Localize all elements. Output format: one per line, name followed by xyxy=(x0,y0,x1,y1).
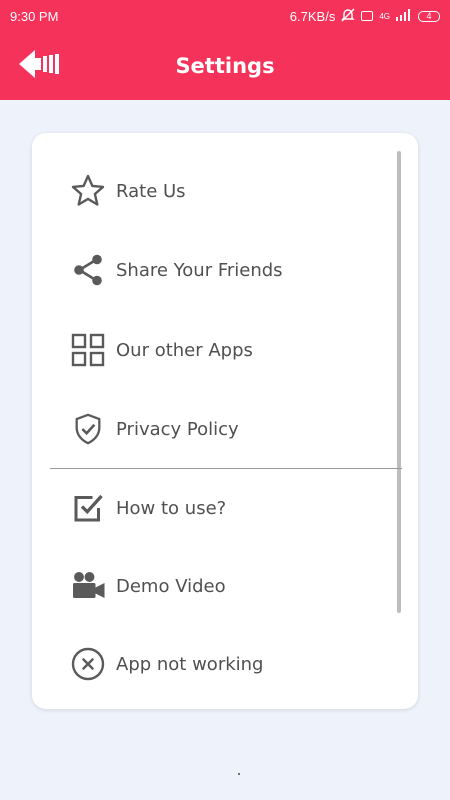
shield-check-icon xyxy=(68,409,108,449)
app-not-working-label: App not working xyxy=(116,653,264,675)
settings-card: Rate Us Share Your Friends Our other App… xyxy=(32,133,418,709)
how-to-use-label: How to use? xyxy=(116,497,227,519)
volte-icon xyxy=(361,11,374,21)
status-time: 9:30 PM xyxy=(10,8,59,24)
alarm-off-icon xyxy=(341,8,356,25)
share-item[interactable]: Share Your Friends xyxy=(68,248,388,292)
scrollbar[interactable] xyxy=(397,151,401,613)
demo-video-label: Demo Video xyxy=(116,575,226,597)
battery-level: 4 xyxy=(426,10,432,21)
other-apps-item[interactable]: Our other Apps xyxy=(68,328,388,372)
rate-us-label: Rate Us xyxy=(116,180,186,202)
privacy-policy-item[interactable]: Privacy Policy xyxy=(68,407,388,451)
section-divider xyxy=(50,468,402,469)
page-title: Settings xyxy=(175,54,275,78)
star-icon xyxy=(68,171,108,211)
how-to-use-item[interactable]: How to use? xyxy=(68,486,388,530)
network-speed: 6.7KB/s xyxy=(289,8,336,24)
battery-icon: 4 xyxy=(418,10,440,22)
app-not-working-item[interactable]: App not working xyxy=(68,642,388,686)
rate-us-item[interactable]: Rate Us xyxy=(68,169,388,213)
grid-icon xyxy=(68,330,108,370)
status-bar: 9:30 PM 6.7KB/s 4G 4 xyxy=(0,0,450,32)
demo-video-item[interactable]: Demo Video xyxy=(68,564,388,608)
app-bar: Settings xyxy=(0,32,450,100)
share-label: Share Your Friends xyxy=(116,259,283,281)
video-camera-icon xyxy=(68,566,108,606)
cancel-circle-icon xyxy=(68,644,108,684)
privacy-policy-label: Privacy Policy xyxy=(116,418,239,440)
signal-icon xyxy=(396,8,412,24)
decorative-dot xyxy=(238,773,240,775)
checkbox-icon xyxy=(68,488,108,528)
other-apps-label: Our other Apps xyxy=(116,339,253,361)
status-indicators: 6.7KB/s 4G 4 xyxy=(290,8,440,25)
share-icon xyxy=(68,250,108,290)
network-type: 4G xyxy=(379,11,390,21)
